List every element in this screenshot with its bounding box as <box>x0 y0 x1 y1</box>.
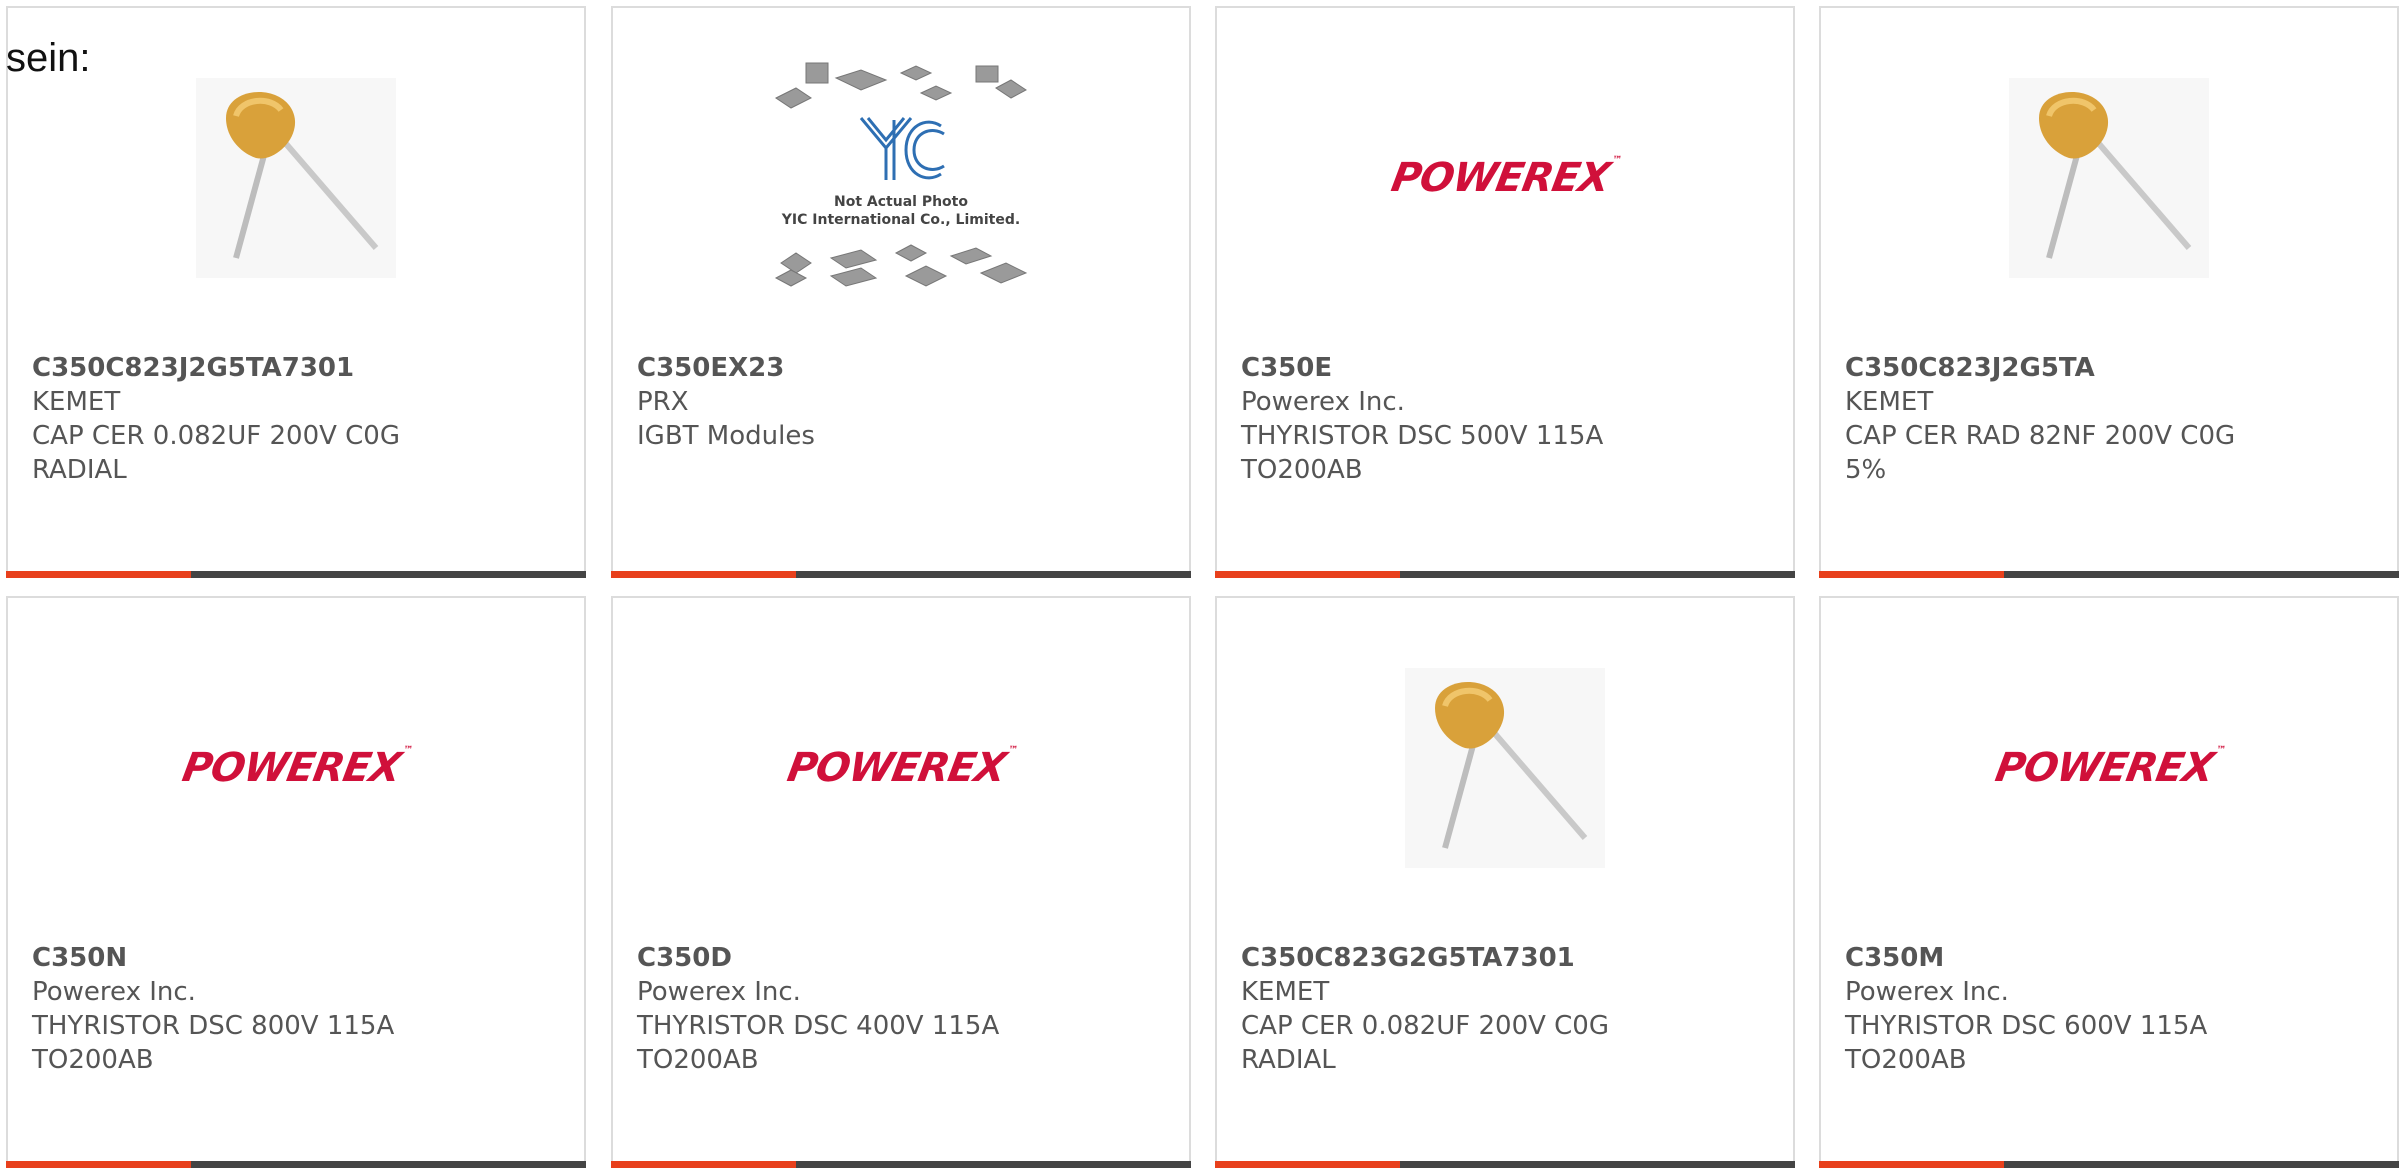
description-line-1: THYRISTOR DSC 800V 115A <box>32 1011 395 1041</box>
description-line-1: THYRISTOR DSC 400V 115A <box>637 1011 1000 1041</box>
description-line-2: TO200AB <box>637 1045 759 1075</box>
product-info: C350C823G2G5TA7301 KEMET CAP CER 0.082UF… <box>1241 941 1681 1077</box>
description-line-1: CAP CER RAD 82NF 200V C0G <box>1845 421 2236 451</box>
product-image[interactable] <box>1217 658 1793 878</box>
manufacturer: KEMET <box>1845 387 1934 417</box>
description-line-1: THYRISTOR DSC 500V 115A <box>1241 421 1604 451</box>
card-bottom-bar <box>1819 571 2399 578</box>
powerex-logo: POWEREX™ <box>179 745 413 791</box>
product-info: C350D Powerex Inc. THYRISTOR DSC 400V 11… <box>637 941 1077 1077</box>
card-accent-bar <box>611 1161 796 1168</box>
card-accent-bar <box>1819 571 2004 578</box>
product-card[interactable]: POWEREX™ C350N Powerex Inc. THYRISTOR DS… <box>6 596 586 1168</box>
part-number[interactable]: C350C823G2G5TA7301 <box>1241 941 1681 975</box>
part-number[interactable]: C350D <box>637 941 1077 975</box>
description-line-2: TO200AB <box>1845 1045 1967 1075</box>
description-line-1: THYRISTOR DSC 600V 115A <box>1845 1011 2208 1041</box>
manufacturer: KEMET <box>32 387 121 417</box>
description-line-2: TO200AB <box>1241 455 1363 485</box>
capacitor-icon <box>196 78 396 278</box>
product-grid: C350C823J2G5TA7301 KEMET CAP CER 0.082UF… <box>0 0 2400 1168</box>
product-card[interactable]: C350C823J2G5TA7301 KEMET CAP CER 0.082UF… <box>6 6 586 578</box>
powerex-logo: POWEREX™ <box>1388 155 1622 201</box>
part-number[interactable]: C350N <box>32 941 472 975</box>
description-line-1: CAP CER 0.082UF 200V C0G <box>1241 1011 1609 1041</box>
powerex-logo: POWEREX™ <box>784 745 1018 791</box>
product-image[interactable]: POWEREX™ <box>8 658 584 878</box>
product-info: C350C823J2G5TA KEMET CAP CER RAD 82NF 20… <box>1845 351 2285 487</box>
product-card[interactable]: POWEREX™ C350E Powerex Inc. THYRISTOR DS… <box>1215 6 1795 578</box>
card-accent-bar <box>1819 1161 2004 1168</box>
description-line-2: 5% <box>1845 455 1887 485</box>
product-card[interactable]: C350C823J2G5TA KEMET CAP CER RAD 82NF 20… <box>1819 6 2399 578</box>
product-info: C350N Powerex Inc. THYRISTOR DSC 800V 11… <box>32 941 472 1077</box>
manufacturer: PRX <box>637 387 689 417</box>
capacitor-icon <box>2009 78 2209 278</box>
product-image[interactable]: POWEREX™ <box>1217 68 1793 288</box>
description-line-2: TO200AB <box>32 1045 154 1075</box>
manufacturer: Powerex Inc. <box>1241 387 1405 417</box>
product-card[interactable]: POWEREX™ C350M Powerex Inc. THYRISTOR DS… <box>1819 596 2399 1168</box>
product-info: C350EX23 PRX IGBT Modules <box>637 351 1077 453</box>
placeholder-line-2: YIC International Co., Limited. <box>781 212 1020 228</box>
yic-logo <box>859 117 945 180</box>
product-image[interactable]: POWEREX™ <box>613 658 1189 878</box>
intro-text: sein: <box>6 36 91 80</box>
manufacturer: Powerex Inc. <box>637 977 801 1007</box>
card-bottom-bar <box>611 571 1191 578</box>
product-card[interactable]: POWEREX™ C350D Powerex Inc. THYRISTOR DS… <box>611 596 1191 1168</box>
card-bottom-bar <box>1215 571 1795 578</box>
product-image[interactable] <box>1821 68 2397 288</box>
card-accent-bar <box>6 1161 191 1168</box>
card-bottom-bar <box>6 1161 586 1168</box>
card-accent-bar <box>1215 1161 1400 1168</box>
card-bottom-bar <box>1819 1161 2399 1168</box>
description-line-1: CAP CER 0.082UF 200V C0G <box>32 421 400 451</box>
manufacturer: Powerex Inc. <box>32 977 196 1007</box>
placeholder-line-1: Not Actual Photo <box>834 194 968 210</box>
product-image[interactable]: POWEREX™ <box>1821 658 2397 878</box>
card-accent-bar <box>6 571 191 578</box>
part-number[interactable]: C350EX23 <box>637 351 1077 385</box>
product-info: C350C823J2G5TA7301 KEMET CAP CER 0.082UF… <box>32 351 472 487</box>
product-image[interactable]: Not Actual Photo YIC International Co., … <box>613 62 1189 288</box>
product-image[interactable] <box>8 68 584 288</box>
capacitor-icon <box>1405 668 1605 868</box>
part-number[interactable]: C350C823J2G5TA <box>1845 351 2285 385</box>
powerex-logo: POWEREX™ <box>1992 745 2226 791</box>
part-number[interactable]: C350E <box>1241 351 1681 385</box>
card-accent-bar <box>1215 571 1400 578</box>
card-bottom-bar <box>1215 1161 1795 1168</box>
yic-placeholder-image: Not Actual Photo YIC International Co., … <box>774 62 1028 287</box>
description-line-2: RADIAL <box>1241 1045 1336 1075</box>
description-line-2: RADIAL <box>32 455 127 485</box>
product-info: C350M Powerex Inc. THYRISTOR DSC 600V 11… <box>1845 941 2285 1077</box>
card-bottom-bar <box>611 1161 1191 1168</box>
product-card[interactable]: Not Actual Photo YIC International Co., … <box>611 6 1191 578</box>
card-accent-bar <box>611 571 796 578</box>
product-card[interactable]: C350C823G2G5TA7301 KEMET CAP CER 0.082UF… <box>1215 596 1795 1168</box>
manufacturer: Powerex Inc. <box>1845 977 2009 1007</box>
part-number[interactable]: C350M <box>1845 941 2285 975</box>
part-number[interactable]: C350C823J2G5TA7301 <box>32 351 472 385</box>
card-bottom-bar <box>6 571 586 578</box>
manufacturer: KEMET <box>1241 977 1330 1007</box>
description-line-1: IGBT Modules <box>637 421 815 451</box>
product-info: C350E Powerex Inc. THYRISTOR DSC 500V 11… <box>1241 351 1681 487</box>
